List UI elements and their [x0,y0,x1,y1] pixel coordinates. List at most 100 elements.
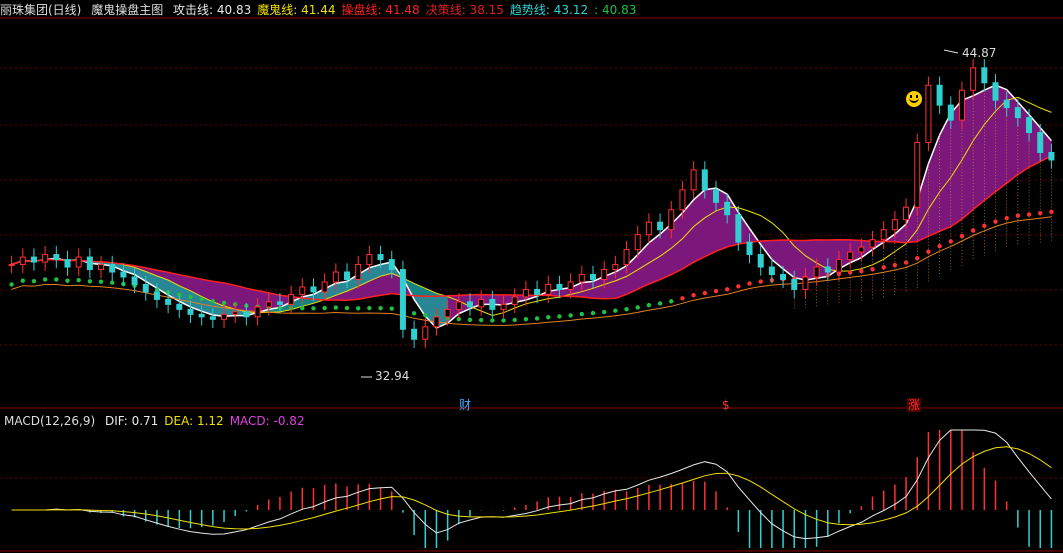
candle-body-9 [109,264,116,273]
candle-body-12 [142,283,149,293]
candle-body-43 [489,298,496,310]
trend-dot-4 [54,277,59,282]
trend-dot-79 [892,262,898,268]
trend-dot-42 [478,317,484,323]
candle-body-32 [366,254,373,266]
trend-dot-88 [993,219,998,224]
trend-dot-76 [859,268,864,274]
candle-body-44 [500,303,507,310]
candle-body-31 [355,264,362,280]
candle-body-77 [869,239,876,248]
candle-body-60 [679,189,686,211]
candle-body-30 [344,271,351,280]
candle-body-70 [791,278,798,290]
trend-dot-9 [110,280,115,285]
trend-dot-58 [657,301,663,306]
trend-dot-80 [903,260,909,265]
trend-dot-83 [937,243,942,249]
trend-dot-66 [747,281,752,286]
trend-dot-29 [333,305,339,310]
trend-dot-19 [221,300,227,306]
candle-body-34 [388,259,395,271]
trend-dot-32 [367,305,372,311]
trend-dot-90 [1015,213,1021,218]
candlestick-chart[interactable] [0,0,1063,553]
trend-dot-81 [915,255,920,261]
candle-body-57 [645,221,652,236]
candle-body-89 [1003,99,1010,109]
candle-body-16 [187,308,194,315]
candle-body-92 [1037,132,1044,153]
smiley-icon [906,91,922,107]
candle-body-3 [42,254,49,263]
trend-dot-85 [959,233,965,239]
trend-dot-48 [546,315,551,320]
candle-body-23 [265,301,272,308]
candle-body-85 [958,89,965,121]
candle-body-73 [824,266,831,273]
candle-body-71 [802,276,809,290]
candle-body-13 [153,291,160,300]
candle-body-37 [422,326,429,340]
trend-dot-28 [322,305,327,311]
trend-dot-18 [210,299,216,304]
candle-body-68 [768,266,775,276]
candle-body-25 [288,293,295,305]
candle-body-38 [433,316,440,328]
trend-dot-26 [300,305,305,311]
trend-dot-56 [635,305,640,310]
candle-body-54 [612,264,619,271]
candle-body-19 [221,313,228,320]
trend-dot-57 [646,302,652,308]
dollar-marker[interactable]: $ [722,398,730,412]
trend-dot-60 [680,296,685,301]
candle-body-39 [444,308,451,318]
candle-body-22 [254,306,261,318]
candle-body-72 [813,266,820,278]
candle-body-41 [467,301,474,308]
candle-body-18 [209,316,216,320]
rise-marker[interactable]: 涨 [907,398,922,412]
trend-dot-54 [613,308,618,313]
candle-body-0 [8,264,15,267]
candle-body-78 [880,229,887,241]
candle-body-79 [891,219,898,231]
trend-dot-27 [311,306,316,311]
trend-dot-82 [926,249,931,254]
trend-dot-51 [579,311,585,317]
candle-body-20 [232,311,239,315]
candle-body-1 [19,256,26,266]
candle-body-69 [780,274,787,280]
candle-body-26 [299,286,306,295]
trend-dot-5 [65,278,70,283]
candle-body-64 [724,201,731,216]
trend-dot-8 [98,279,104,284]
candle-body-56 [634,234,641,251]
candle-body-27 [310,286,317,293]
candle-body-88 [992,82,999,101]
trend-dot-78 [881,265,886,270]
trend-dot-59 [669,299,674,304]
trend-dot-30 [344,305,350,311]
trend-dot-47 [534,316,540,321]
trend-dot-46 [523,316,529,322]
candle-body-62 [701,169,708,191]
trend-dot-34 [389,306,394,311]
candle-body-87 [981,67,988,84]
candle-body-91 [1026,117,1033,134]
candle-body-29 [332,271,339,283]
trend-dot-2 [31,278,37,284]
trend-dot-93 [1049,209,1054,215]
candle-body-36 [411,328,418,340]
candle-body-33 [377,254,384,261]
candle-body-61 [690,169,697,191]
trend-dot-45 [512,317,517,323]
finance-marker[interactable]: 财 [459,398,471,412]
trend-dot-41 [467,317,473,323]
trend-dot-3 [42,277,48,282]
candle-body-81 [914,142,921,208]
trend-dot-77 [870,266,875,272]
candle-body-84 [947,104,954,121]
candle-body-66 [746,241,753,256]
candle-body-86 [970,67,977,91]
